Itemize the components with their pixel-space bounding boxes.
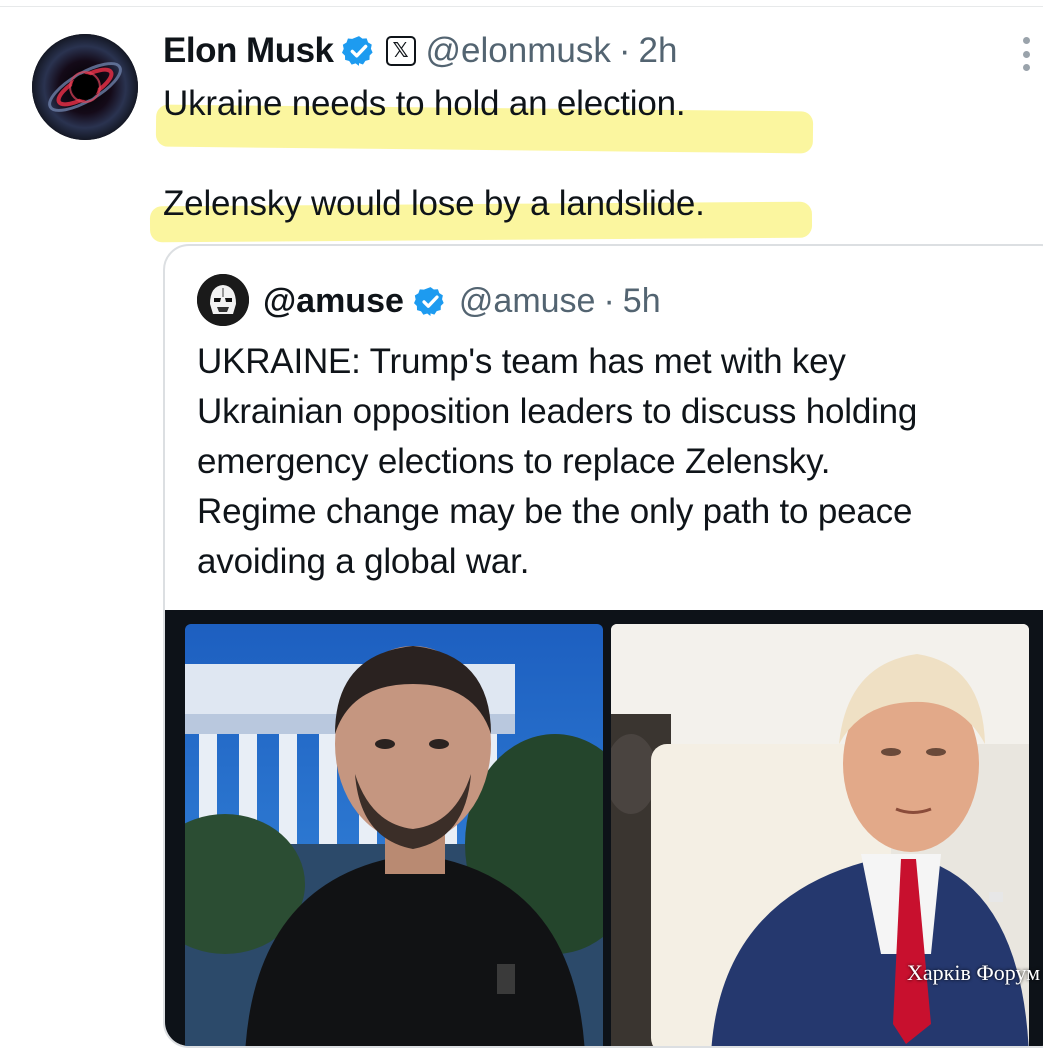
- separator-dot: ·: [603, 281, 615, 320]
- separator-dot: ·: [618, 31, 631, 70]
- more-dot: [1022, 50, 1030, 58]
- post-text-line-1: Ukraine needs to hold an election.: [163, 84, 686, 123]
- more-dot: [1022, 64, 1030, 71]
- quoted-post-time[interactable]: 5h: [623, 282, 661, 321]
- author-avatar[interactable]: [32, 34, 138, 140]
- verified-badge-icon: [413, 286, 444, 316]
- verified-badge-icon: [341, 36, 373, 66]
- media-watermark: Харків Форум: [907, 960, 1041, 985]
- author-name[interactable]: Elon Musk: [163, 31, 334, 71]
- quoted-text-line-2: Ukrainian opposition leaders to discuss …: [197, 392, 918, 431]
- quoted-text-line-5: avoiding a global war.: [197, 542, 530, 581]
- x-logo-icon: 𝕏: [385, 36, 416, 66]
- post-text-line-2: Zelensky would lose by a landslide.: [163, 184, 705, 223]
- more-dot: [1022, 37, 1030, 44]
- top-divider: [0, 6, 1043, 7]
- quoted-post-header: @amuse @amuse · 5h: [263, 276, 661, 326]
- media-photo-left: [185, 624, 603, 1046]
- post-time[interactable]: 2h: [639, 31, 678, 71]
- quoted-post-card[interactable]: @amuse @amuse · 5h UKRAINE: Trump's team…: [163, 244, 1043, 1048]
- quoted-text-line-1: UKRAINE: Trump's team has met with key: [197, 342, 846, 381]
- quoted-author-handle[interactable]: @amuse: [459, 282, 596, 321]
- quoted-author-avatar[interactable]: [197, 274, 249, 326]
- quoted-text-line-3: emergency elections to replace Zelensky.: [197, 442, 831, 481]
- author-handle[interactable]: @elonmusk: [426, 31, 611, 71]
- quoted-author-name[interactable]: @amuse: [263, 282, 404, 321]
- quoted-text-line-4: Regime change may be the only path to pe…: [197, 492, 913, 531]
- post-header: Elon Musk 𝕏 @elonmusk · 2h: [163, 26, 677, 76]
- more-options-icon[interactable]: [1018, 37, 1034, 71]
